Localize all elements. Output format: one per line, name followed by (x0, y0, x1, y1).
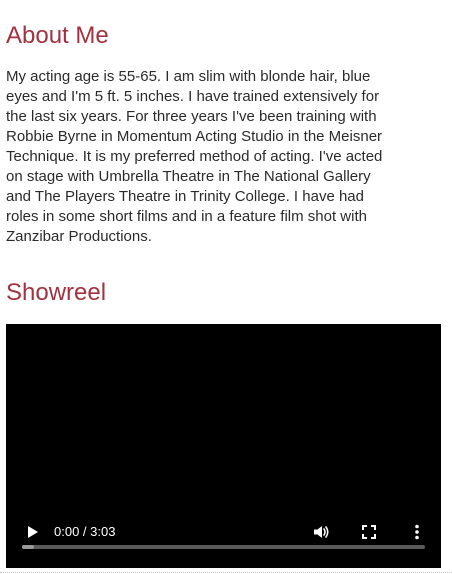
fullscreen-icon[interactable] (359, 522, 379, 542)
video-controls-bar: 0:00 / 3:03 (6, 508, 441, 568)
play-icon[interactable] (22, 522, 42, 542)
about-me-text: My acting age is 55-65. I am slim with b… (6, 68, 383, 245)
video-buffered-fill (22, 545, 35, 549)
volume-icon[interactable] (311, 522, 331, 542)
showreel-heading: Showreel (6, 279, 107, 306)
showreel-video-player[interactable]: 0:00 / 3:03 (6, 324, 441, 568)
video-time-display: 0:00 / 3:03 (54, 524, 116, 539)
about-me-heading: About Me (6, 22, 109, 49)
video-progress-bar[interactable] (22, 545, 425, 549)
section-divider (0, 572, 452, 573)
more-options-icon[interactable] (407, 522, 427, 542)
